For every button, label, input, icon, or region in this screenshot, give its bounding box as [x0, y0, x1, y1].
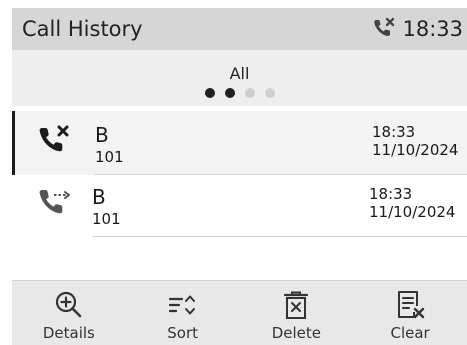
page-title: Call History — [22, 17, 143, 41]
missed-call-icon — [39, 125, 69, 152]
page-dot — [264, 88, 275, 98]
sort-label: Sort — [167, 324, 198, 342]
call-time: 18:33 — [372, 123, 416, 141]
delete-label: Delete — [271, 324, 322, 342]
sort-button[interactable]: Sort — [126, 281, 240, 345]
forwarded-call-icon — [39, 190, 70, 214]
page-dot — [204, 88, 215, 98]
caller-name: B — [95, 123, 109, 147]
page-indicator — [12, 88, 467, 98]
call-date: 11/10/2024 — [369, 203, 456, 221]
clear-label: Clear — [390, 324, 430, 342]
call-time: 18:33 — [369, 185, 413, 203]
call-row[interactable]: B 101 18:33 11/10/2024 — [12, 111, 467, 175]
call-row[interactable]: B 101 18:33 11/10/2024 — [12, 173, 467, 237]
details-button[interactable]: Details — [12, 281, 126, 345]
zoom-in-icon — [55, 291, 82, 318]
clear-button[interactable]: Clear — [353, 281, 467, 345]
page-dot — [244, 88, 255, 98]
caller-number: 101 — [95, 148, 124, 166]
softkey-bar: Details Sort Delete Clear — [12, 280, 467, 345]
clock: 18:33 — [402, 17, 463, 41]
caller-number: 101 — [92, 210, 121, 228]
call-date: 11/10/2024 — [372, 141, 459, 159]
clear-list-icon — [398, 291, 425, 319]
filter-header[interactable]: All — [12, 50, 467, 106]
title-bar: Call History 18:33 — [12, 8, 467, 50]
filter-label: All — [229, 64, 250, 83]
caller-name: B — [92, 185, 106, 209]
trash-icon — [284, 291, 309, 319]
status-area: 18:33 — [372, 16, 467, 42]
row-divider — [92, 236, 467, 237]
sort-icon — [168, 295, 195, 315]
call-list: B 101 18:33 11/10/2024 B 101 18:33 11/10… — [12, 106, 467, 280]
page-dot — [224, 88, 235, 98]
missed-call-icon — [374, 17, 395, 37]
details-label: Details — [42, 324, 95, 342]
delete-button[interactable]: Delete — [240, 281, 354, 345]
